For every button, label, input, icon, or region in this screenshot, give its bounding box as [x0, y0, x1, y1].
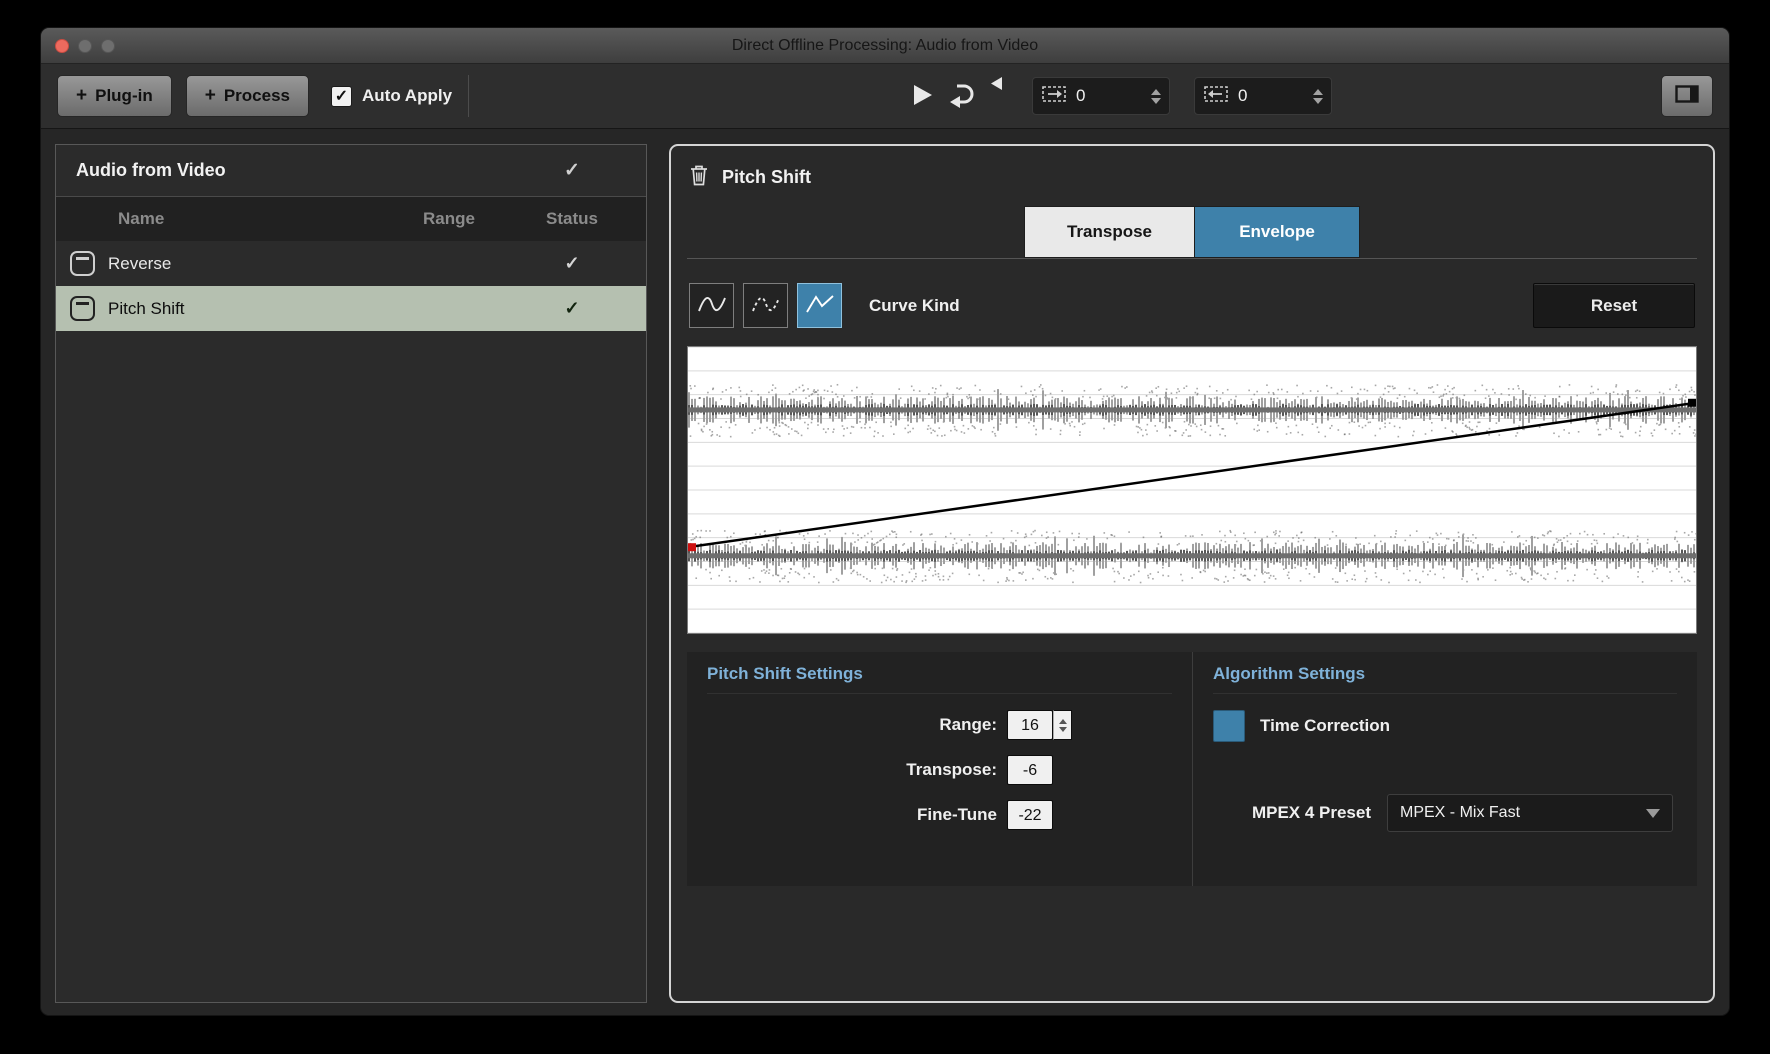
transpose-label: Transpose:	[906, 760, 997, 779]
process-icon	[70, 296, 95, 321]
curve-smooth-button[interactable]	[689, 283, 734, 328]
tab-transpose[interactable]: Transpose	[1024, 206, 1194, 258]
traffic-lights	[55, 28, 115, 63]
dashed-curve-icon	[751, 293, 781, 318]
mpex-preset-label: MPEX 4 Preset	[1251, 803, 1371, 822]
panel-layout-icon	[1675, 84, 1699, 108]
play-icon	[909, 82, 935, 111]
range-value-field[interactable]: 16	[1007, 710, 1053, 740]
clip-name: Audio from Video	[76, 160, 226, 180]
curve-linear-button[interactable]	[797, 283, 842, 328]
extend-start-icon	[1041, 85, 1067, 108]
smooth-curve-icon	[697, 293, 727, 318]
algorithm-settings: Algorithm Settings Time Correction MPEX …	[1192, 652, 1697, 886]
transport-cluster: 0 0	[903, 64, 1332, 128]
process-list-header: Audio from Video ✓	[56, 145, 646, 197]
add-plugin-label: Plug-in	[95, 86, 153, 105]
minimize-button[interactable]	[78, 38, 92, 53]
process-editor-panel: Pitch Shift Transpose Envelope Curve Kin…	[669, 144, 1715, 1003]
window-title: Direct Offline Processing: Audio from Vi…	[731, 36, 1039, 54]
fine-tune-value-field[interactable]: -22	[1007, 800, 1053, 830]
pitch-shift-settings: Pitch Shift Settings Range: 16 Transpose…	[687, 652, 1192, 886]
process-list-columns: Name Range Status	[56, 197, 646, 241]
mpex-preset-dropdown[interactable]: MPEX - Mix Fast	[1387, 794, 1673, 832]
fine-tune-label: Fine-Tune	[917, 805, 997, 824]
plus-icon: +	[204, 85, 216, 106]
toolbar: + Plug-in + Process ✓ Auto Apply 0 0	[41, 64, 1729, 129]
add-plugin-button[interactable]: + Plug-in	[57, 75, 172, 117]
close-button[interactable]	[55, 38, 69, 53]
column-status: Status	[546, 209, 598, 228]
auto-apply-control: ✓ Auto Apply	[331, 85, 453, 107]
pitch-shift-settings-title: Pitch Shift Settings	[707, 664, 1172, 694]
extend-end-field[interactable]: 0	[1194, 77, 1332, 115]
toolbar-separator	[468, 75, 470, 117]
tabs-row: Transpose Envelope	[687, 205, 1697, 259]
auto-apply-label: Auto Apply	[362, 86, 453, 105]
reset-button[interactable]: Reset	[1533, 283, 1695, 328]
process-list-panel: Audio from Video ✓ Name Range Status Rev…	[55, 144, 647, 1003]
time-correction-checkbox[interactable]	[1213, 710, 1245, 742]
status-check-icon: ✓	[564, 253, 580, 273]
audition-volume-button[interactable]	[985, 77, 1008, 93]
audition-play-button[interactable]	[903, 82, 941, 111]
volume-flyout-icon	[991, 77, 1002, 93]
extend-end-value: 0	[1238, 86, 1248, 105]
status-check-icon: ✓	[564, 298, 580, 318]
envelope-display[interactable]	[687, 346, 1697, 634]
audition-loop-button[interactable]	[941, 80, 983, 113]
editor-title: Pitch Shift	[722, 167, 811, 187]
tab-envelope[interactable]: Envelope	[1194, 206, 1360, 258]
curve-damped-button[interactable]	[743, 283, 788, 328]
dropdown-caret-icon	[1646, 808, 1660, 818]
range-label: Range:	[939, 715, 997, 734]
extend-end-spinner[interactable]	[1313, 88, 1323, 104]
time-correction-label: Time Correction	[1260, 716, 1391, 735]
column-name: Name	[118, 209, 165, 228]
settings-area: Pitch Shift Settings Range: 16 Transpose…	[687, 652, 1697, 886]
extend-start-value: 0	[1076, 86, 1086, 105]
mpex-preset-value: MPEX - Mix Fast	[1400, 804, 1521, 821]
process-name: Reverse	[108, 253, 172, 273]
column-range: Range	[423, 209, 475, 228]
zoom-button[interactable]	[101, 38, 115, 53]
direct-offline-processing-window: Direct Offline Processing: Audio from Vi…	[40, 27, 1730, 1016]
plus-icon: +	[76, 85, 88, 106]
add-process-label: Process	[223, 86, 290, 105]
titlebar[interactable]: Direct Offline Processing: Audio from Vi…	[41, 28, 1729, 64]
delete-process-button[interactable]	[689, 164, 709, 191]
process-row-reverse[interactable]: Reverse ✓	[56, 241, 646, 286]
auto-apply-checkbox[interactable]: ✓	[331, 85, 352, 107]
transpose-value-field[interactable]: -6	[1007, 755, 1053, 785]
linear-curve-icon	[805, 293, 835, 318]
extend-start-field[interactable]: 0	[1032, 77, 1170, 115]
extend-start-spinner[interactable]	[1151, 88, 1161, 104]
add-process-button[interactable]: + Process	[185, 75, 309, 117]
window-layout-button[interactable]	[1661, 75, 1713, 117]
content-area: Audio from Video ✓ Name Range Status Rev…	[41, 129, 1729, 1015]
curve-kind-row: Curve Kind Reset	[687, 283, 1697, 328]
algorithm-settings-title: Algorithm Settings	[1213, 664, 1677, 694]
process-row-pitch-shift[interactable]: Pitch Shift ✓	[56, 286, 646, 331]
process-name: Pitch Shift	[108, 298, 185, 318]
range-spinner[interactable]	[1053, 710, 1072, 740]
extend-end-icon	[1203, 85, 1229, 108]
editor-header: Pitch Shift	[687, 156, 1697, 201]
all-applied-check-icon: ✓	[564, 160, 580, 181]
process-icon	[70, 251, 95, 276]
curve-kind-label: Curve Kind	[869, 295, 960, 315]
loop-icon	[947, 80, 977, 113]
